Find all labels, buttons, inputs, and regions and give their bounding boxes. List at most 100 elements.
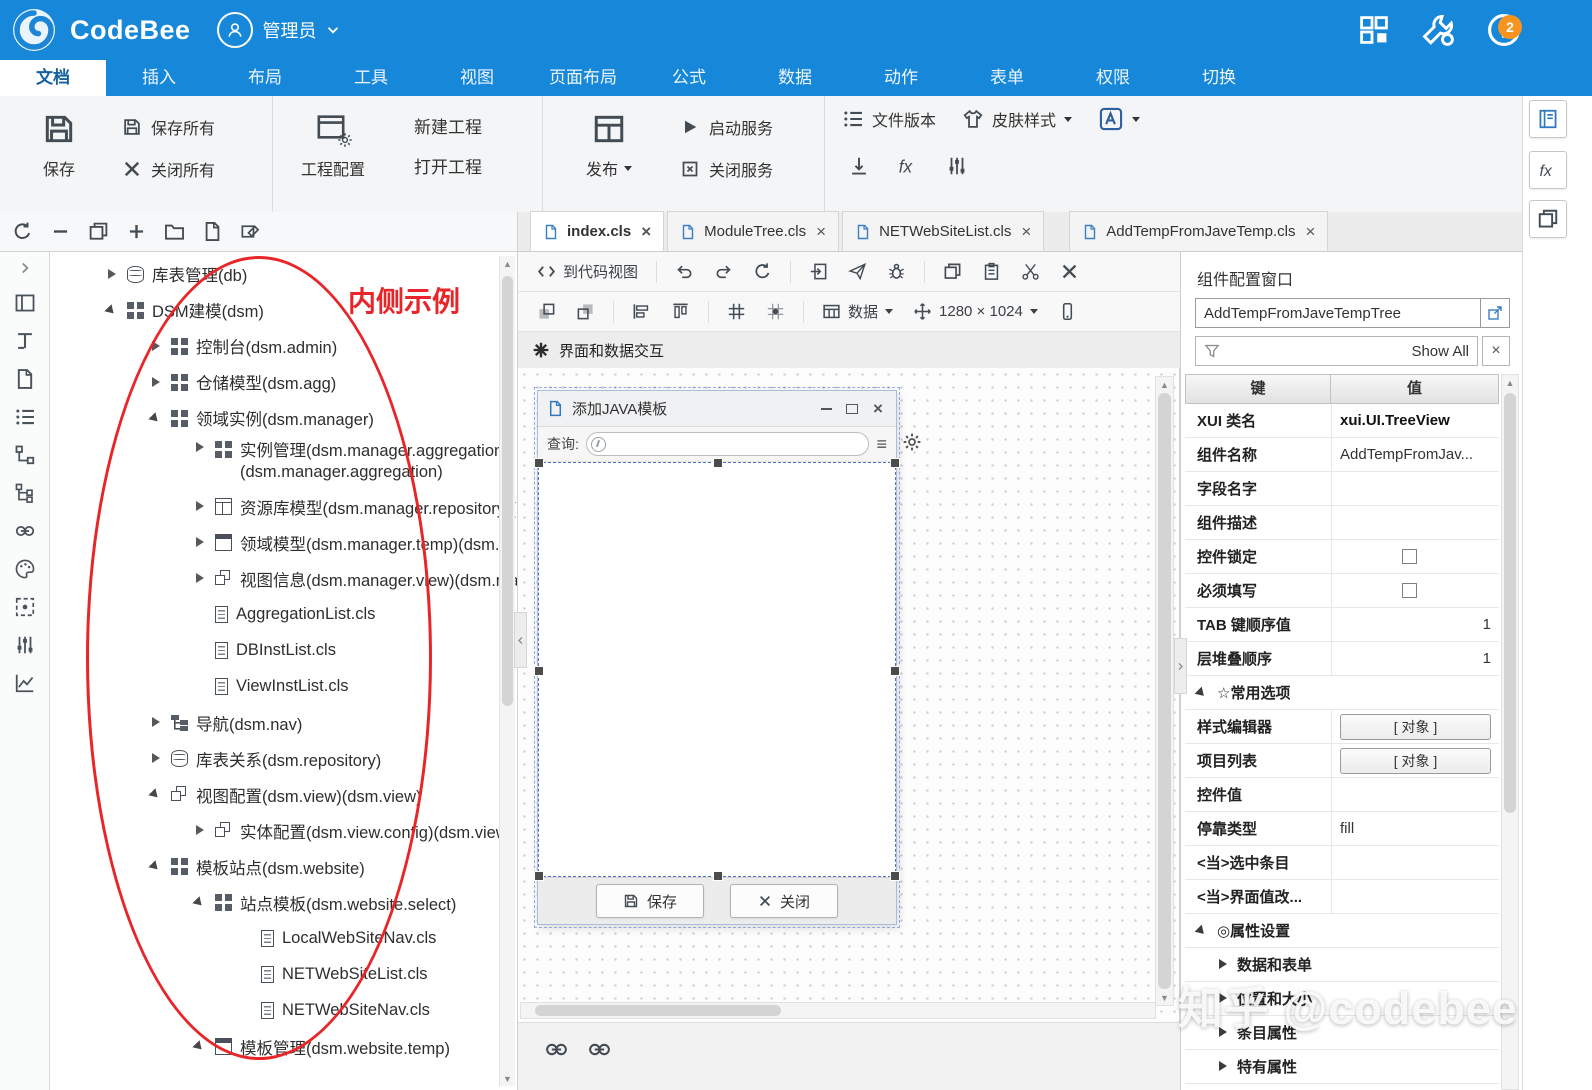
new-folder-icon[interactable]	[164, 221, 185, 242]
expand-arrow-icon[interactable]	[194, 500, 207, 513]
checkbox[interactable]	[1402, 583, 1417, 598]
dock-formula-button[interactable]	[1529, 151, 1567, 189]
scroll-up-icon[interactable]: ▲	[1156, 377, 1173, 392]
expand-arrow-icon[interactable]	[194, 572, 207, 585]
tree-item[interactable]: 库表关系(dsm.repository)	[50, 741, 517, 777]
tab-close-icon[interactable]: ×	[816, 222, 826, 242]
align-left-button[interactable]	[625, 298, 658, 326]
link-nodes-icon[interactable]	[14, 520, 36, 542]
dialog-close-btn[interactable]: 关闭	[730, 884, 838, 918]
property-row[interactable]: ☆常用选项	[1185, 676, 1499, 710]
open-component-button[interactable]	[1481, 298, 1510, 328]
scroll-up-icon[interactable]: ▲	[500, 256, 515, 271]
menu-tab[interactable]: 插入	[106, 60, 212, 96]
property-value-cell[interactable]: 1 1	[1331, 642, 1499, 675]
property-filter-box[interactable]: Show All	[1195, 336, 1478, 366]
expand-arrow-icon[interactable]	[150, 788, 163, 801]
subsection-collapsed-icon[interactable]	[1219, 1027, 1227, 1037]
property-value-cell[interactable]	[1331, 574, 1499, 607]
property-value-cell[interactable]: 1 1	[1331, 608, 1499, 641]
editor-tab[interactable]: NETWebSiteList.cls ×	[842, 211, 1045, 251]
scrollbar-thumb[interactable]	[502, 276, 513, 706]
menu-tab[interactable]: 布局	[212, 60, 318, 96]
start-service-button[interactable]: 启动服务	[680, 106, 773, 148]
resize-handle[interactable]	[534, 871, 544, 881]
property-value-cell[interactable]: fill fill	[1331, 812, 1499, 845]
notification-badge[interactable]: 2	[1498, 15, 1522, 39]
refresh-icon[interactable]	[12, 221, 33, 242]
property-row[interactable]: 样式编辑器 [ 对象 ] [ 对象 ]	[1185, 710, 1499, 744]
scrollbar-thumb[interactable]	[535, 1005, 781, 1016]
formula-fx-icon[interactable]	[896, 154, 920, 178]
property-row[interactable]: 控件值	[1185, 778, 1499, 812]
align-top-button[interactable]	[664, 298, 697, 326]
property-row[interactable]: 数据和表单	[1185, 948, 1499, 982]
tree-item[interactable]: 仓储模型(dsm.agg)	[50, 364, 517, 400]
property-value-cell[interactable]	[1331, 540, 1499, 573]
expand-arrow-icon[interactable]	[150, 752, 163, 765]
menu-tab[interactable]: 表单	[954, 60, 1060, 96]
tree-view-icon[interactable]	[14, 444, 36, 466]
property-row[interactable]: 条目属性	[1185, 1016, 1499, 1050]
copy-button[interactable]	[936, 258, 969, 286]
object-editor-button[interactable]: [ 对象 ]	[1340, 713, 1491, 740]
property-row[interactable]: 控件锁定	[1185, 540, 1499, 574]
resize-handle[interactable]	[890, 871, 900, 881]
file-version-button[interactable]: 文件版本	[842, 107, 936, 131]
copy-node-icon[interactable]	[88, 221, 109, 242]
chart-icon[interactable]	[14, 672, 36, 694]
add-node-icon[interactable]	[126, 221, 147, 242]
delete-button[interactable]	[1053, 258, 1086, 286]
editor-tab[interactable]: AddTempFromJaveTemp.cls ×	[1069, 211, 1329, 251]
property-row[interactable]: 必须填写	[1185, 574, 1499, 608]
stop-service-button[interactable]: 关闭服务	[680, 148, 773, 190]
data-menu-button[interactable]: 数据	[815, 298, 900, 326]
send-button[interactable]	[841, 258, 874, 286]
scroll-up-icon[interactable]: ▲	[1502, 375, 1518, 390]
tree-item[interactable]: 模板管理(dsm.website.temp)	[50, 1029, 517, 1065]
panel-layout-icon[interactable]	[14, 292, 36, 314]
property-row[interactable]: TAB 键顺序值 1 1	[1185, 608, 1499, 642]
property-row[interactable]: 层堆叠顺序 1 1	[1185, 642, 1499, 676]
expand-arrow-icon[interactable]	[106, 268, 119, 281]
tree-item[interactable]: NETWebSiteList.cls	[50, 957, 517, 993]
link-broken-icon[interactable]	[587, 1037, 612, 1062]
expand-strip-icon[interactable]	[17, 260, 33, 276]
property-row[interactable]: 组件名称 AddTempFromJav... AddTempFromJav...	[1185, 438, 1499, 472]
resize-handle[interactable]	[713, 458, 723, 468]
menu-tab[interactable]: 切换	[1166, 60, 1272, 96]
collapse-all-icon[interactable]	[50, 221, 71, 242]
collapse-left-panel-handle[interactable]	[514, 612, 527, 668]
resize-handle[interactable]	[534, 458, 544, 468]
refresh-view-button[interactable]	[746, 258, 779, 286]
dock-outline-button[interactable]	[1529, 100, 1567, 138]
to-code-view-button[interactable]: 到代码视图	[530, 258, 645, 286]
property-row[interactable]: 特有属性	[1185, 1050, 1499, 1084]
tree-item[interactable]: 实体配置(dsm.view.config)(dsm.view.	[50, 813, 517, 849]
expand-arrow-icon[interactable]	[194, 824, 207, 837]
editor-tab[interactable]: ModuleTree.cls ×	[667, 211, 840, 251]
interaction-bar[interactable]: 界面和数据交互	[518, 332, 1180, 369]
settings-tools-icon[interactable]	[1420, 12, 1456, 48]
import-button[interactable]	[802, 258, 835, 286]
property-value-cell[interactable]	[1331, 472, 1499, 505]
parameters-sliders-icon[interactable]	[946, 155, 968, 177]
menu-tab[interactable]: 公式	[636, 60, 742, 96]
menu-tab[interactable]: 工具	[318, 60, 424, 96]
tree-item[interactable]: 领域实例(dsm.manager)	[50, 400, 517, 436]
cut-button[interactable]	[1014, 258, 1047, 286]
tree-item[interactable]: NETWebSiteNav.cls	[50, 993, 517, 1029]
expand-arrow-icon[interactable]	[106, 304, 119, 317]
tree-item[interactable]: 领域模型(dsm.manager.temp)(dsm.m	[50, 525, 517, 561]
expand-arrow-icon[interactable]	[194, 1040, 207, 1053]
sliders-icon[interactable]	[14, 634, 36, 656]
property-row[interactable]: 项目列表 [ 对象 ] [ 对象 ]	[1185, 744, 1499, 778]
bring-front-button[interactable]	[530, 298, 563, 326]
expand-arrow-icon[interactable]	[150, 340, 163, 353]
expand-arrow-icon[interactable]	[150, 376, 163, 389]
subsection-collapsed-icon[interactable]	[1219, 959, 1227, 969]
scrollbar-thumb[interactable]	[1504, 393, 1516, 813]
open-project-button[interactable]: 打开工程	[414, 148, 482, 188]
design-canvas[interactable]: 添加JAVA模板 × 查询: ≡ 保存 关闭 ▲ ▼	[518, 368, 1180, 1090]
skin-style-button[interactable]: 皮肤样式	[962, 107, 1073, 131]
